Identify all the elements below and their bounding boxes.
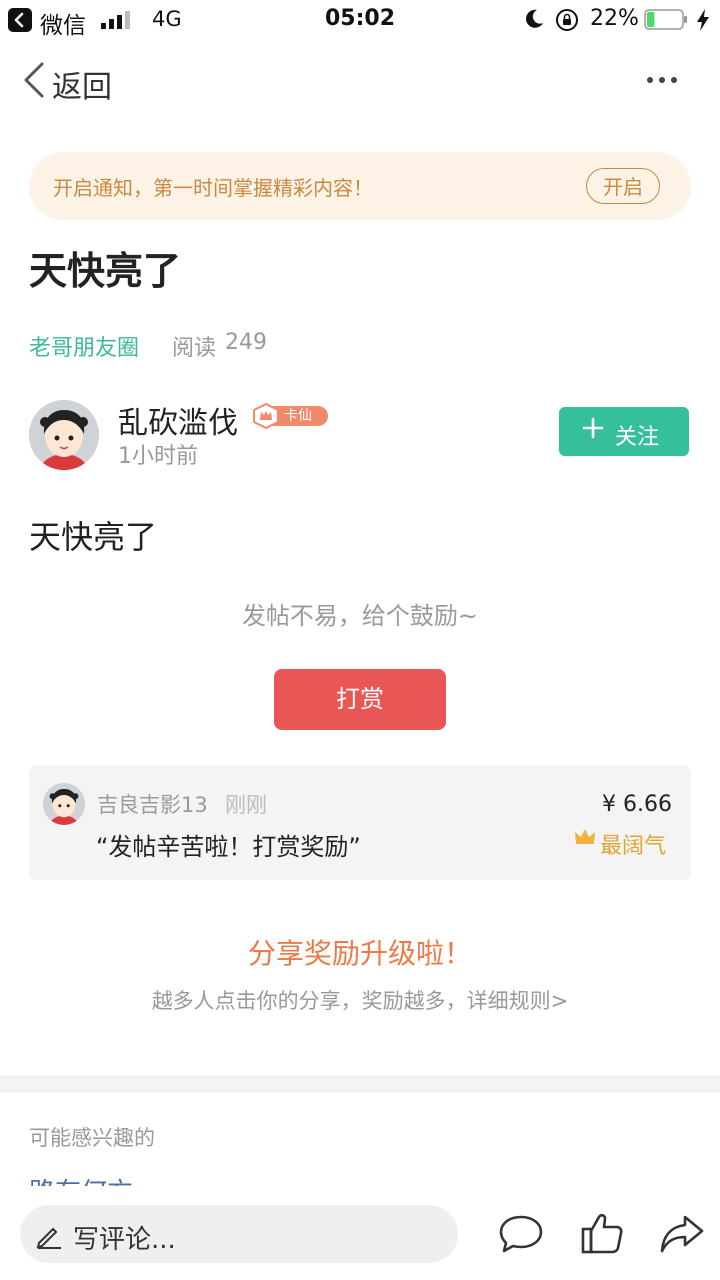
moon-icon xyxy=(526,9,543,28)
circle-link[interactable]: 老哥朋友圈 xyxy=(29,330,139,362)
recommend-item[interactable]: 路有何方 xyxy=(29,1172,133,1186)
badge-text: 卡仙 xyxy=(284,408,312,424)
author-name[interactable]: 乱砍滥伐 xyxy=(118,398,238,442)
tip-card xyxy=(29,765,691,880)
banner-text: 开启通知，第一时间掌握精彩内容！ xyxy=(53,176,373,200)
share-reward-title: 分享奖励升级啦！ xyxy=(247,937,472,970)
tipper-avatar[interactable] xyxy=(43,783,85,825)
read-label: 阅读 xyxy=(172,336,217,361)
read-count: 249 xyxy=(225,330,267,355)
post-content: 天快亮了 xyxy=(29,518,158,556)
top-tipper-tag: 最阔气 xyxy=(600,834,667,859)
enable-notification-button[interactable]: 开启 xyxy=(586,168,660,204)
battery-icon xyxy=(644,9,687,30)
share-icon[interactable] xyxy=(659,1213,705,1255)
tip-message: “发帖辛苦啦！打赏奖励” xyxy=(96,833,361,861)
comment-icon[interactable] xyxy=(498,1213,544,1255)
post-title: 天快亮了 xyxy=(29,249,182,293)
share-rules-link[interactable]: 越多人点击你的分享，奖励越多，详细规则> xyxy=(0,985,720,1015)
chevron-left-icon xyxy=(24,62,44,98)
tip-amount: ¥ 6.66 xyxy=(602,792,672,817)
orientation-lock-icon xyxy=(556,9,578,31)
status-bar: 微信 4G 05:02 22% xyxy=(0,0,720,40)
section-divider xyxy=(0,1075,720,1093)
like-icon[interactable] xyxy=(580,1210,624,1256)
pen-icon xyxy=(36,1227,61,1249)
charging-icon xyxy=(697,9,709,31)
avatar[interactable] xyxy=(29,400,99,470)
recommend-heading: 可能感兴趣的 xyxy=(29,1126,155,1150)
reward-prompt: 发帖不易，给个鼓励~ xyxy=(241,602,479,630)
back-label[interactable]: 返回 xyxy=(52,62,112,106)
comment-placeholder[interactable]: 写评论... xyxy=(73,1219,176,1256)
follow-label[interactable]: 关注 xyxy=(615,419,659,451)
post-time: 1小时前 xyxy=(118,444,198,469)
more-icon[interactable] xyxy=(640,66,684,90)
reward-button-label[interactable]: 打赏 xyxy=(274,669,446,730)
tipper-name[interactable]: 吉良吉影13 xyxy=(97,789,208,819)
plus-icon xyxy=(582,417,604,439)
tip-time: 刚刚 xyxy=(225,793,267,817)
battery-percent: 22% xyxy=(590,6,639,31)
crown-icon xyxy=(575,829,595,844)
